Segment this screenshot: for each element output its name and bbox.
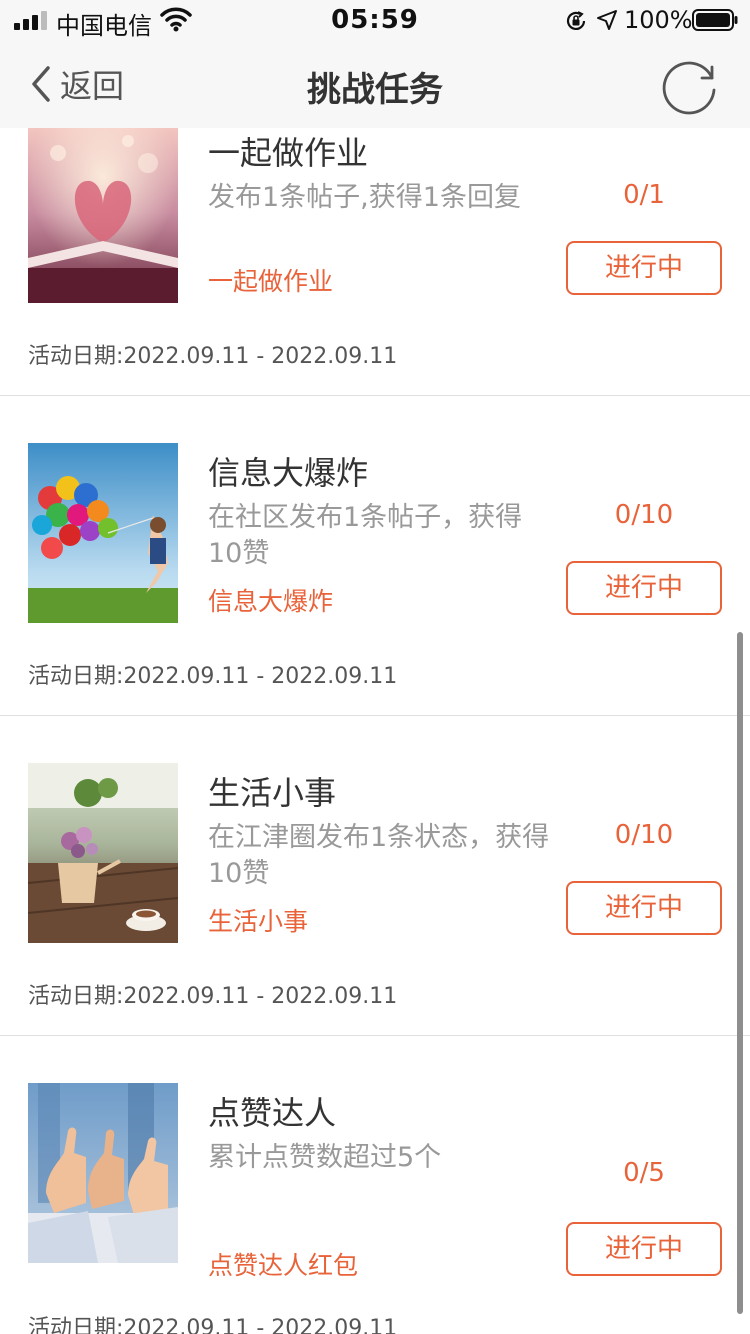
task-description: 在社区发布1条帖子，获得10赞 <box>208 502 523 569</box>
task-date: 活动日期:2022.09.11 - 2022.09.11 <box>28 978 397 1010</box>
task-tag: 信息大爆炸 <box>208 587 334 616</box>
task-progress: 0/10 <box>614 820 674 850</box>
date-range: 2022.09.11 - 2022.09.11 <box>123 664 398 689</box>
navigation-bar: 返回 挑战任务 <box>0 40 750 128</box>
battery-icon <box>692 9 738 31</box>
task-tag: 一起做作业 <box>208 267 334 296</box>
status-bar: 中国电信 05:59 100% <box>0 0 750 40</box>
date-label: 活动日期: <box>28 344 124 369</box>
task-progress: 0/10 <box>614 500 674 530</box>
task-date: 活动日期:2022.09.11 - 2022.09.11 <box>28 658 397 690</box>
task-date: 活动日期:2022.09.11 - 2022.09.11 <box>28 338 397 370</box>
task-item[interactable]: 生活小事 在江津圈发布1条状态，获得10赞 生活小事 0/10 进行中 活动日期… <box>0 716 750 1036</box>
task-date: 活动日期:2022.09.11 - 2022.09.11 <box>28 1310 397 1334</box>
task-list[interactable]: 一起做作业 发布1条帖子,获得1条回复 一起做作业 0/1 进行中 活动日期:2… <box>0 128 750 1334</box>
task-progress: 0/1 <box>623 180 665 210</box>
date-range: 2022.09.11 - 2022.09.11 <box>123 344 398 369</box>
status-button[interactable]: 进行中 <box>566 561 722 615</box>
date-range: 2022.09.11 - 2022.09.11 <box>123 1316 398 1334</box>
task-description: 在江津圈发布1条状态，获得10赞 <box>208 822 550 889</box>
task-tag: 生活小事 <box>208 907 309 936</box>
refresh-icon[interactable] <box>660 56 720 116</box>
task-description: 累计点赞数超过5个 <box>208 1142 442 1173</box>
task-progress: 0/5 <box>623 1158 665 1188</box>
open-book-heart-photo <box>28 128 178 303</box>
status-button[interactable]: 进行中 <box>566 241 722 295</box>
task-title: 生活小事 <box>208 774 337 812</box>
task-title: 一起做作业 <box>208 134 369 172</box>
scrollbar[interactable] <box>737 632 743 1314</box>
status-button[interactable]: 进行中 <box>566 1222 722 1276</box>
task-item[interactable]: 点赞达人 累计点赞数超过5个 点赞达人红包 0/5 进行中 活动日期:2022.… <box>0 1036 750 1334</box>
date-range: 2022.09.11 - 2022.09.11 <box>123 984 398 1009</box>
task-item[interactable]: 信息大爆炸 在社区发布1条帖子，获得10赞 信息大爆炸 0/10 进行中 活动日… <box>0 396 750 716</box>
status-button[interactable]: 进行中 <box>566 881 722 935</box>
battery-percent: 100% <box>624 6 693 34</box>
flowers-and-coffee-photo <box>28 763 178 943</box>
task-image <box>28 1083 178 1263</box>
task-description: 发布1条帖子,获得1条回复 <box>208 182 521 213</box>
child-with-balloons-photo <box>28 443 178 623</box>
location-icon <box>597 10 617 30</box>
task-image <box>28 763 178 943</box>
task-image <box>28 128 178 303</box>
thumbs-up-hands-photo <box>28 1083 178 1263</box>
task-image <box>28 443 178 623</box>
date-label: 活动日期: <box>28 664 124 689</box>
page-title: 挑战任务 <box>307 70 443 110</box>
task-title: 点赞达人 <box>208 1094 337 1132</box>
date-label: 活动日期: <box>28 984 124 1009</box>
rotation-lock-icon <box>566 11 586 30</box>
task-title: 信息大爆炸 <box>208 454 369 492</box>
task-item[interactable]: 一起做作业 发布1条帖子,获得1条回复 一起做作业 0/1 进行中 活动日期:2… <box>0 128 750 396</box>
task-tag: 点赞达人红包 <box>208 1251 359 1280</box>
date-label: 活动日期: <box>28 1316 124 1334</box>
